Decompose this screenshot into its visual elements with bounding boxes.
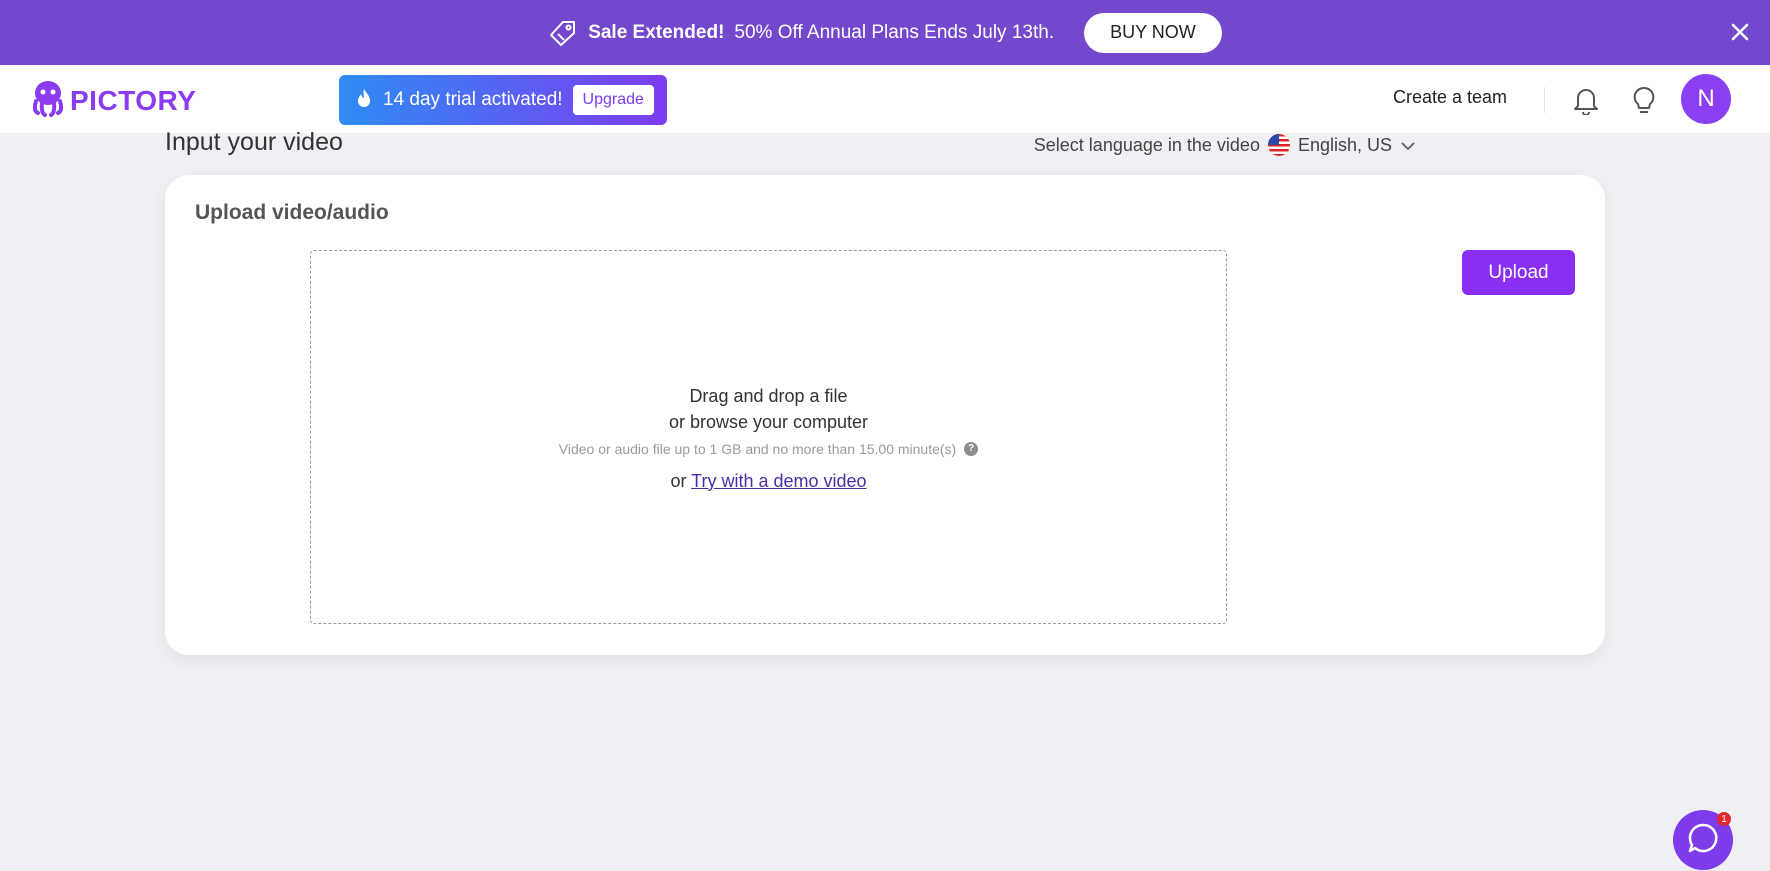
file-limit-hint: Video or audio file up to 1 GB and no mo…	[558, 440, 979, 457]
tag-icon	[548, 18, 578, 48]
avatar[interactable]: N	[1681, 74, 1731, 124]
upload-card: Upload video/audio Drag and drop a file …	[165, 175, 1605, 655]
buy-now-button[interactable]: BUY NOW	[1084, 12, 1222, 53]
upload-button[interactable]: Upload	[1462, 250, 1575, 295]
demo-row: or Try with a demo video	[670, 471, 866, 492]
or-text: or	[670, 470, 687, 491]
promo-banner: Sale Extended! 50% Off Annual Plans Ends…	[0, 0, 1770, 65]
chevron-down-icon	[1400, 135, 1416, 156]
chat-launcher[interactable]: 1	[1673, 810, 1733, 870]
flame-icon	[355, 88, 373, 113]
close-icon[interactable]	[1728, 20, 1752, 44]
promo-headline: Sale Extended!	[588, 21, 725, 43]
drop-instruction: Drag and drop a file	[689, 385, 848, 406]
chat-bubble-icon	[1686, 821, 1720, 860]
promo-text: 50% Off Annual Plans Ends July 13th.	[734, 21, 1055, 43]
card-title: Upload video/audio	[195, 201, 389, 224]
trial-text: 14 day trial activated!	[383, 89, 563, 110]
language-value: English, US	[1297, 134, 1392, 155]
promo-content: Sale Extended! 50% Off Annual Plans Ends…	[548, 12, 1222, 53]
lightbulb-icon[interactable]	[1630, 85, 1658, 117]
help-icon[interactable]: ?	[964, 441, 979, 456]
us-flag-icon	[1267, 134, 1290, 156]
logo-text: PICTORY	[70, 84, 197, 116]
language-selector[interactable]: Select language in the video English, US	[1034, 134, 1416, 156]
header-divider	[1544, 87, 1545, 113]
notification-badge: 1	[1717, 812, 1731, 826]
logo[interactable]: PICTORY	[30, 79, 196, 122]
browse-link[interactable]: or browse your computer	[669, 409, 868, 435]
upgrade-button[interactable]: Upgrade	[572, 85, 654, 115]
top-header: PICTORY 14 day trial activated! Upgrade …	[0, 65, 1770, 133]
demo-video-link[interactable]: Try with a demo video	[691, 471, 866, 491]
page-title: Input your video	[165, 128, 343, 156]
file-dropzone[interactable]: Drag and drop a file or browse your comp…	[310, 250, 1227, 624]
create-team-link[interactable]: Create a team	[1393, 87, 1507, 108]
octopus-icon	[30, 79, 66, 122]
trial-banner: 14 day trial activated! Upgrade	[339, 75, 667, 125]
language-label: Select language in the video	[1033, 134, 1260, 155]
bell-icon[interactable]	[1572, 85, 1600, 116]
hint-text: Video or audio file up to 1 GB and no mo…	[558, 440, 957, 457]
